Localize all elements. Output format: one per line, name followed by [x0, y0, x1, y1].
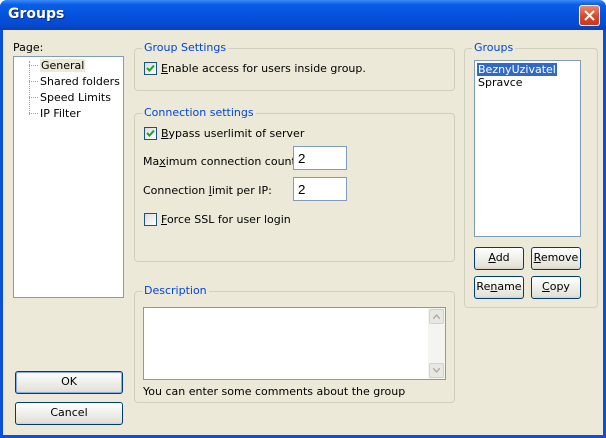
group-settings-title: Group Settings: [142, 41, 229, 54]
limit-per-ip-label: Connection limit per IP:: [143, 184, 272, 197]
max-connection-input[interactable]: [293, 146, 347, 170]
description-title: Description: [142, 284, 209, 297]
ok-button[interactable]: OK: [15, 371, 123, 394]
description-hint: You can enter some comments about the gr…: [143, 385, 406, 398]
description-textarea[interactable]: [143, 307, 446, 380]
enable-access-label: Enable access for users inside group.: [161, 62, 366, 75]
close-button[interactable]: [579, 5, 600, 26]
enable-access-checkbox[interactable]: [144, 62, 157, 75]
window-title: Groups: [8, 6, 65, 22]
description-box: Description You can enter some comments …: [134, 284, 455, 403]
groups-title: Groups: [472, 41, 516, 54]
copy-group-button[interactable]: Copy: [531, 276, 581, 299]
tree-item-speed-limits[interactable]: Speed Limits: [40, 91, 111, 104]
limit-per-ip-input[interactable]: [293, 177, 347, 201]
bypass-userlimit-label: Bypass userlimit of server: [161, 127, 305, 140]
scroll-up-button[interactable]: [429, 309, 444, 324]
tree-item-general[interactable]: General: [40, 59, 86, 72]
page-label: Page:: [13, 41, 44, 54]
checkmark-icon: [146, 129, 155, 137]
group-item-beznyuzivatel[interactable]: BeznyUzivatel: [477, 63, 557, 76]
group-settings-box: Group Settings Enable access for users i…: [134, 41, 455, 91]
connection-settings-box: Connection settings Bypass userlimit of …: [134, 106, 455, 262]
tree-item-shared-folders[interactable]: Shared folders: [40, 75, 120, 88]
dialog-body: Page: General Shared folders Speed Limit…: [3, 30, 603, 435]
bypass-userlimit-checkbox[interactable]: [144, 127, 157, 140]
tree-item-ip-filter[interactable]: IP Filter: [40, 107, 81, 120]
groups-box: Groups BeznyUzivatel Spravce Add Remove …: [464, 41, 598, 308]
cancel-button[interactable]: Cancel: [15, 402, 123, 425]
title-bar[interactable]: Groups: [0, 0, 606, 30]
add-group-button[interactable]: Add: [474, 247, 524, 270]
max-connection-label: Maximum connection count:: [143, 155, 300, 168]
checkmark-icon: [146, 64, 155, 72]
group-item-spravce[interactable]: Spravce: [477, 76, 524, 89]
remove-group-button[interactable]: Remove: [531, 247, 581, 270]
scroll-down-button[interactable]: [429, 363, 444, 378]
page-tree[interactable]: General Shared folders Speed Limits IP F…: [13, 56, 124, 298]
description-scrollbar[interactable]: [428, 308, 445, 379]
rename-group-button[interactable]: Rename: [474, 276, 524, 299]
connection-settings-title: Connection settings: [142, 106, 256, 119]
force-ssl-label: Force SSL for user login: [161, 213, 291, 226]
groups-listbox[interactable]: BeznyUzivatel Spravce: [474, 60, 581, 237]
arrow-down-icon: [433, 368, 440, 373]
groups-dialog: Groups Page: General Shared folders Spee…: [0, 0, 606, 438]
close-icon: [584, 10, 595, 21]
force-ssl-checkbox[interactable]: [144, 213, 157, 226]
arrow-up-icon: [433, 314, 440, 319]
